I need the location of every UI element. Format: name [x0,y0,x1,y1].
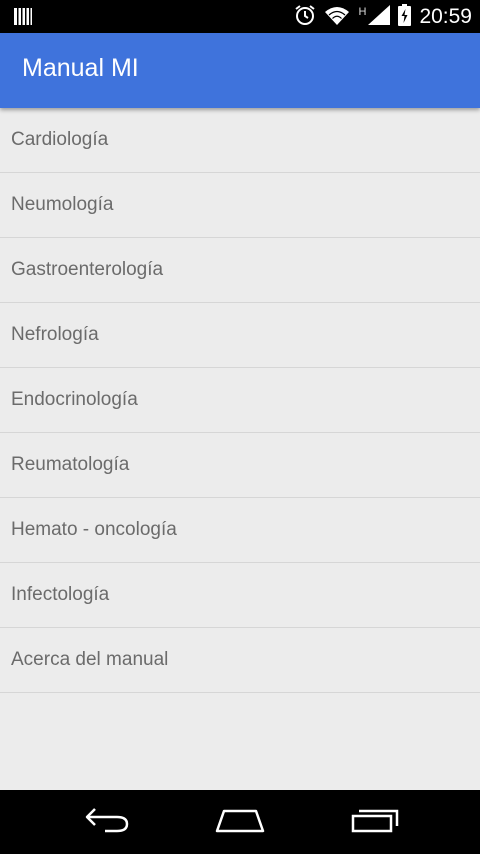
notification-icon [14,8,32,29]
list-item-label: Endocrinología [11,389,138,410]
list-item-infectologia[interactable]: Infectología [0,563,480,628]
home-icon [214,806,266,838]
list-item-gastroenterologia[interactable]: Gastroenterología [0,238,480,303]
list-item-cardiologia[interactable]: Cardiología [0,108,480,173]
network-type-label: H [358,5,367,18]
list-item-label: Hemato - oncología [11,519,177,540]
list-item-label: Gastroenterología [11,259,164,280]
list-item-reumatologia[interactable]: Reumatología [0,433,480,498]
list-item-endocrinologia[interactable]: Endocrinología [0,368,480,433]
app-bar: Manual MI [0,33,480,108]
list-item-label: Reumatología [11,454,130,475]
home-button[interactable] [210,802,270,842]
list-item-nefrologia[interactable]: Nefrología [0,303,480,368]
specialty-list: Cardiología Neumología Gastroenterología… [0,108,480,693]
list-item-acerca-del-manual[interactable]: Acerca del manual [0,628,480,693]
list-item-label: Nefrología [11,324,99,345]
wifi-icon [324,5,350,29]
list-item-label: Acerca del manual [11,649,169,670]
list-item-label: Cardiología [11,129,109,150]
recent-apps-icon [350,806,400,838]
signal-icon [368,4,391,29]
list-item-label: Neumología [11,194,114,215]
list-item-label: Infectología [11,584,110,605]
navigation-bar [0,790,480,854]
app-title: Manual MI [22,54,139,82]
alarm-icon [294,4,316,30]
list-item-hemato-oncologia[interactable]: Hemato - oncología [0,498,480,563]
battery-charging-icon [398,3,412,30]
status-bar: H 20:59 [0,0,480,33]
recent-apps-button[interactable] [345,802,405,842]
list-item-neumologia[interactable]: Neumología [0,173,480,238]
back-button[interactable] [77,802,137,842]
back-icon [83,805,131,839]
status-time: 20:59 [419,4,472,28]
